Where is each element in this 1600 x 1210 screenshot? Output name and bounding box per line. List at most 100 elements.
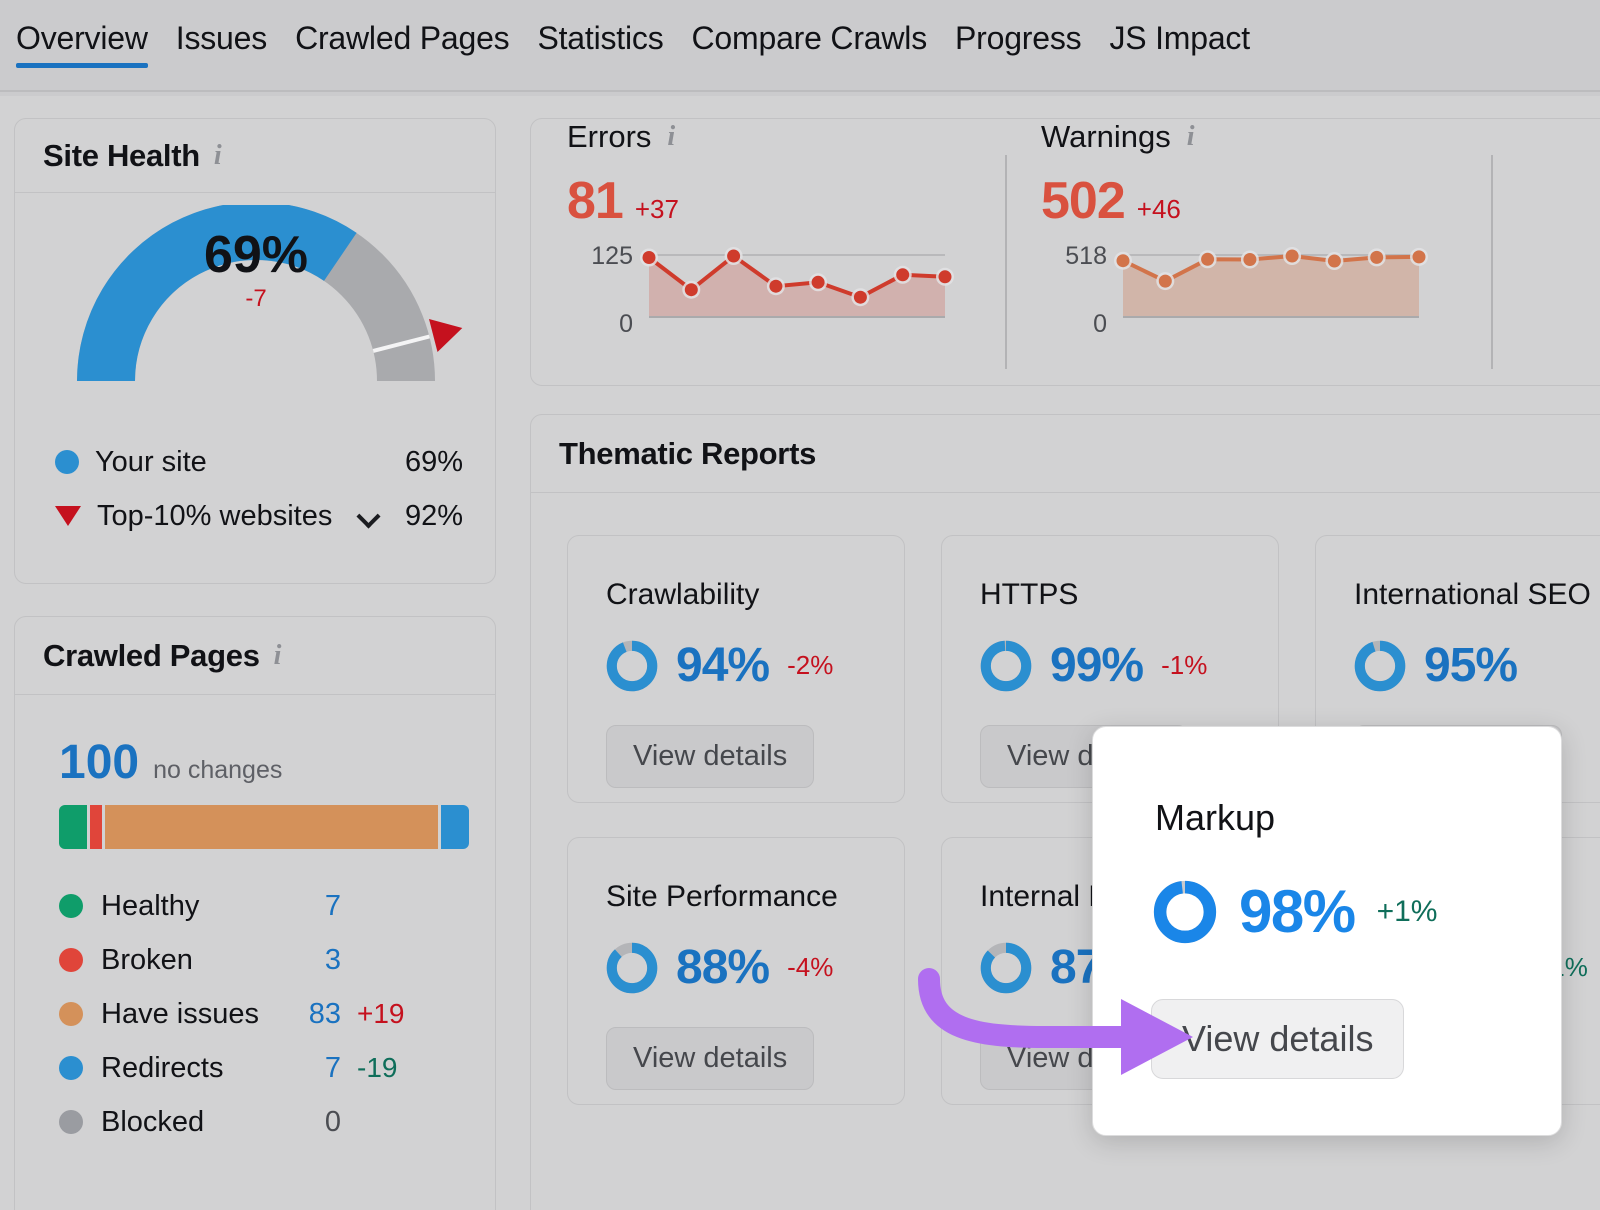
crawled-pages-title: Crawled Pages [43,638,260,674]
site-health-legend-label: Top-10% websites [97,500,332,533]
info-icon[interactable]: i [1187,123,1195,151]
crawled-pages-legend-count: 83 [287,998,341,1031]
sparkline-svg [649,255,945,319]
thematic-card-score: 99% [1050,638,1143,693]
crawled-pages-card: Crawled Pages i 100 no changes Healthy7B… [14,616,496,1210]
thematic-card-name: HTTPS [980,578,1240,612]
metric-title: Warnings [1041,119,1171,155]
spark-point [685,283,698,296]
spark-point [1159,275,1172,288]
spark-point [812,276,825,289]
metric-value-row: 502+46 [1041,171,1419,231]
chevron-down-icon[interactable] [358,505,380,527]
metric-header: Warnings i [1041,119,1419,155]
thematic-card-score-row: 94% -2% [606,638,866,693]
crawled-pages-legend-row[interactable]: Blocked0 [59,1095,459,1149]
site-health-legend-value: 69% [405,446,463,479]
tab-bar: OverviewIssuesCrawled PagesStatisticsCom… [0,0,1600,96]
tab-compare-crawls[interactable]: Compare Crawls [688,18,951,82]
thematic-card-delta: -4% [787,952,833,983]
crawled-pages-stacked-bar [59,805,469,849]
info-icon[interactable]: i [214,142,222,170]
spark-point [1201,253,1214,266]
donut-progress-icon [980,640,1032,692]
spark-point [854,291,867,304]
crawled-pages-legend-label: Redirects [101,1052,287,1085]
spark-point [1370,251,1383,264]
popup-view-details-button[interactable]: View details [1151,999,1404,1079]
legend-color-dot [59,1002,83,1026]
donut-progress-icon [606,640,658,692]
crawled-pages-legend-count: 3 [287,944,341,977]
thematic-card-name: International SEO [1354,578,1600,612]
sparkline-svg [1123,255,1419,319]
metric-title: Errors [567,119,651,155]
metric-sparkline[interactable]: 5180 [1123,255,1419,324]
tab-statistics[interactable]: Statistics [533,18,687,82]
metric-delta: +37 [635,194,679,225]
spark-point [1286,250,1299,263]
spark-point [1328,255,1341,268]
crawled-pages-legend-row[interactable]: Broken3 [59,933,459,987]
popup-score-value: 98% [1239,877,1355,946]
stacked-bar-segment [105,805,438,849]
triangle-down-icon [55,506,81,526]
thematic-card-delta: -1% [1161,650,1207,681]
site-health-score: 69% [15,225,497,285]
popup-score-row: 98% +1% [1153,877,1437,946]
spark-point [1243,253,1256,266]
thematic-card-score: 88% [676,940,769,995]
thematic-card-crawlability: Crawlability94%-2%View details [567,535,905,803]
crawled-pages-legend-count: 0 [287,1106,341,1139]
info-icon[interactable]: i [667,123,675,151]
crawled-pages-legend-row[interactable]: Healthy7 [59,879,459,933]
metrics-card: Errorsi81+371250Warningsi502+465180 [530,118,1600,386]
metric-divider-1 [1005,155,1007,369]
tab-js-impact[interactable]: JS Impact [1105,18,1273,82]
stacked-bar-segment [59,805,87,849]
spark-point [643,251,656,264]
info-icon[interactable]: i [274,642,282,670]
tab-list: OverviewIssuesCrawled PagesStatisticsCom… [16,18,1274,82]
thematic-reports-header: Thematic Reports [531,415,1600,493]
crawled-pages-header: Crawled Pages i [15,617,495,695]
crawled-pages-change-note: no changes [153,756,282,785]
thematic-card-score: 94% [676,638,769,693]
view-details-button[interactable]: View details [606,1027,814,1090]
spark-axis-max: 125 [591,242,633,271]
site-health-legend-row[interactable]: Top-10% websites 92% [55,489,463,543]
crawled-pages-legend-count: 7 [287,1052,341,1085]
crawled-pages-legend-delta: -19 [357,1052,397,1084]
crawled-pages-legend-count: 7 [287,890,341,923]
tab-bar-divider [0,90,1600,92]
tab-progress[interactable]: Progress [951,18,1105,82]
legend-color-dot [59,1110,83,1134]
crawled-pages-legend-delta: +19 [357,998,405,1030]
spark-point [727,250,740,263]
markup-report-popup: Markup 98% +1% View details [1092,726,1562,1136]
thematic-reports-title: Thematic Reports [559,436,816,472]
site-health-legend-row: Your site69% [55,435,463,489]
tab-issues[interactable]: Issues [172,18,291,82]
site-health-legend: Your site69% Top-10% websites 92% [55,435,463,543]
site-health-legend-value: 92% [405,500,463,533]
crawled-pages-total: 100 no changes [59,735,282,790]
tab-crawled-pages[interactable]: Crawled Pages [291,18,533,82]
site-health-header: Site Health i [15,119,495,193]
metric-sparkline[interactable]: 1250 [649,255,945,324]
tab-overview[interactable]: Overview [16,18,172,82]
site-health-title: Site Health [43,138,200,174]
legend-color-dot [59,1056,83,1080]
spark-axis-max: 518 [1065,242,1107,271]
metric-warnings: Warnings i 502+46 5180 [1041,119,1419,387]
view-details-button[interactable]: View details [606,725,814,788]
donut-progress-icon [1153,880,1217,944]
thematic-card-delta: -2% [787,650,833,681]
metric-value: 502 [1041,171,1125,231]
metric-header: Errorsi [567,119,945,155]
crawled-pages-legend-label: Broken [101,944,287,977]
crawled-pages-legend-row[interactable]: Have issues83+19 [59,987,459,1041]
stacked-bar-segment [441,805,469,849]
donut-progress-icon [606,942,658,994]
crawled-pages-legend-row[interactable]: Redirects7 -19 [59,1041,459,1095]
